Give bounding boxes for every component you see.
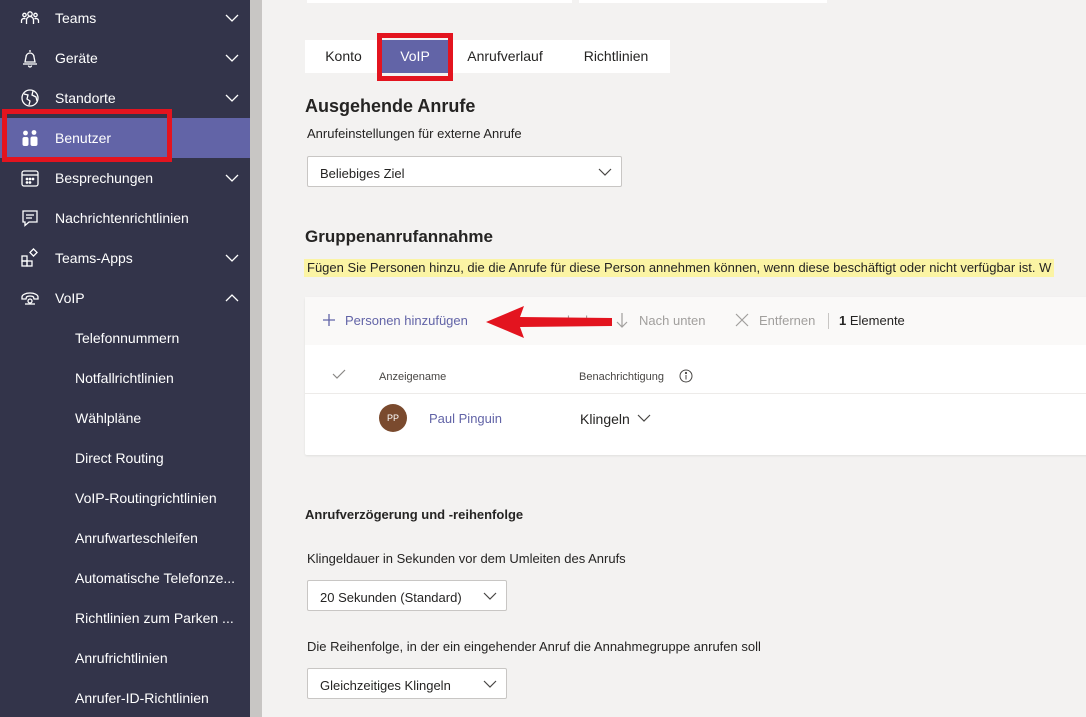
chevron-down-icon — [225, 94, 239, 102]
item-count-label: Elemente — [849, 313, 905, 328]
sidebar-item-meetings[interactable]: Besprechungen — [0, 158, 250, 198]
bell-icon — [23, 50, 37, 68]
sidebar-subitem-label: Wählpläne — [75, 410, 142, 426]
voip-icon — [21, 292, 39, 305]
chevron-down-icon — [483, 680, 497, 688]
sidebar-subitem-call-queues[interactable]: Anrufwarteschleifen — [0, 518, 250, 558]
sidebar-subitem-voice-routing-policies[interactable]: VoIP-Routingrichtlinien — [0, 478, 250, 518]
annotation-arrow-icon — [486, 306, 612, 338]
sidebar-subitem-direct-routing[interactable]: Direct Routing — [0, 438, 250, 478]
chevron-down-icon — [225, 54, 239, 62]
teams-icon — [20, 11, 40, 24]
notification-dropdown[interactable]: Klingeln — [580, 411, 651, 427]
sidebar-subitem-label: Anrufwarteschleifen — [75, 530, 198, 546]
sidebar-subitem-auto-attendants[interactable]: Automatische Telefonze... — [0, 558, 250, 598]
tab-account[interactable]: Konto — [305, 40, 382, 73]
chevron-down-icon — [225, 174, 239, 182]
item-count-number: 1 — [839, 313, 847, 328]
main-content: Konto VoIP Anrufverlauf Richtlinien Ausg… — [262, 0, 1086, 717]
sidebar-item-label: Besprechungen — [55, 170, 154, 186]
dropdown-value: Gleichzeitiges Klingeln — [320, 678, 451, 693]
arrow-down-icon — [616, 313, 628, 328]
move-down-button[interactable]: Nach unten — [639, 313, 706, 328]
notification-value: Klingeln — [580, 411, 630, 427]
sidebar-item-label: Nachrichtenrichtlinien — [55, 210, 189, 226]
tab-policies[interactable]: Richtlinien — [562, 40, 670, 73]
apps-icon — [21, 248, 38, 267]
group-pickup-toolbar: Personen hinzufügen h ob Nach unten Entf… — [305, 297, 1086, 345]
sidebar-subitem-caller-id-policies[interactable]: Anrufer-ID-Richtlinien — [0, 678, 250, 717]
add-people-button[interactable]: Personen hinzufügen — [345, 313, 468, 328]
group-pickup-description: Fügen Sie Personen hinzu, die die Anrufe… — [304, 259, 1055, 277]
ring-duration-label: Klingeldauer in Sekunden vor dem Umleite… — [307, 551, 626, 566]
sidebar-subitem-call-park-policies[interactable]: Richtlinien zum Parken ... — [0, 598, 250, 638]
sidebar-item-label: Standorte — [55, 90, 116, 106]
outgoing-calls-dropdown[interactable]: Beliebiges Ziel — [307, 156, 622, 187]
sidebar-subitem-dial-plans[interactable]: Wählpläne — [0, 398, 250, 438]
outgoing-calls-heading: Ausgehende Anrufe — [305, 96, 476, 116]
sidebar: Teams Geräte Standorte Benutzer Besprech… — [0, 0, 250, 717]
call-delay-heading: Anrufverzögerung und -reihenfolge — [305, 507, 524, 522]
sidebar-item-messaging-policies[interactable]: Nachrichtenrichtlinien — [0, 198, 250, 238]
sidebar-subitem-label: VoIP-Routingrichtlinien — [75, 490, 217, 506]
tab-bar: Konto VoIP Anrufverlauf Richtlinien — [305, 40, 670, 73]
toolbar-separator — [828, 313, 829, 329]
sidebar-item-teams[interactable]: Teams — [0, 0, 250, 38]
column-header-display-name[interactable]: Anzeigename — [379, 371, 446, 383]
calendar-icon — [21, 170, 39, 187]
row-divider — [305, 393, 1086, 394]
sidebar-subitem-emergency-policies[interactable]: Notfallrichtlinien — [0, 358, 250, 398]
top-card-edges — [307, 0, 827, 3]
ring-duration-dropdown[interactable]: 20 Sekunden (Standard) — [307, 580, 507, 611]
ring-order-dropdown[interactable]: Gleichzeitiges Klingeln — [307, 668, 507, 699]
sidebar-item-voip[interactable]: VoIP — [0, 278, 250, 318]
close-icon — [735, 313, 749, 327]
column-header-notification[interactable]: Benachrichtigung — [579, 371, 664, 383]
info-icon[interactable] — [679, 369, 693, 383]
chevron-down-icon — [225, 254, 239, 262]
person-name-link[interactable]: Paul Pinguin — [429, 411, 502, 426]
sidebar-subitem-label: Automatische Telefonze... — [75, 570, 236, 586]
sidebar-subitem-label: Richtlinien zum Parken ... — [75, 610, 234, 626]
chevron-down-icon — [483, 592, 497, 600]
avatar: PP — [379, 404, 407, 432]
outgoing-calls-label: Anrufeinstellungen für externe Anrufe — [307, 126, 522, 141]
checkmark-icon[interactable] — [332, 368, 346, 380]
message-icon — [22, 210, 38, 227]
sidebar-subitem-label: Telefonnummern — [75, 330, 180, 346]
remove-button[interactable]: Entfernen — [759, 313, 815, 328]
sidebar-item-label: Geräte — [55, 50, 98, 66]
dropdown-value: 20 Sekunden (Standard) — [320, 590, 462, 605]
sidebar-subitem-phone-numbers[interactable]: Telefonnummern — [0, 318, 250, 358]
sidebar-subitem-label: Notfallrichtlinien — [75, 370, 174, 386]
chevron-down-icon — [598, 168, 612, 176]
sidebar-item-devices[interactable]: Geräte — [0, 38, 250, 78]
sidebar-subitem-calling-policies[interactable]: Anrufrichtlinien — [0, 638, 250, 678]
dropdown-value: Beliebiges Ziel — [320, 166, 405, 181]
sidebar-item-label: VoIP — [55, 290, 85, 306]
plus-icon — [323, 314, 335, 326]
sidebar-subitem-label: Anrufer-ID-Richtlinien — [75, 690, 209, 706]
sidebar-subitem-label: Anrufrichtlinien — [75, 650, 168, 666]
sidebar-item-label: Teams-Apps — [55, 250, 133, 266]
chevron-down-icon — [225, 14, 239, 22]
item-count: 1 Elemente — [839, 313, 905, 328]
annotation-highlight-voip-tab — [377, 33, 453, 81]
group-pickup-heading: Gruppenanrufannahme — [305, 227, 493, 246]
globe-icon — [21, 89, 39, 107]
chevron-up-icon — [225, 294, 239, 302]
sidebar-subitem-label: Direct Routing — [75, 450, 164, 466]
chevron-down-icon — [637, 414, 651, 422]
sidebar-item-teams-apps[interactable]: Teams-Apps — [0, 238, 250, 278]
group-pickup-panel: Personen hinzufügen h ob Nach unten Entf… — [305, 297, 1086, 455]
ring-order-label: Die Reihenfolge, in der ein eingehender … — [307, 639, 761, 654]
sidebar-item-label: Teams — [55, 10, 97, 26]
window-divider — [250, 0, 262, 717]
tab-call-history[interactable]: Anrufverlauf — [448, 40, 562, 73]
annotation-highlight-users — [2, 109, 172, 162]
